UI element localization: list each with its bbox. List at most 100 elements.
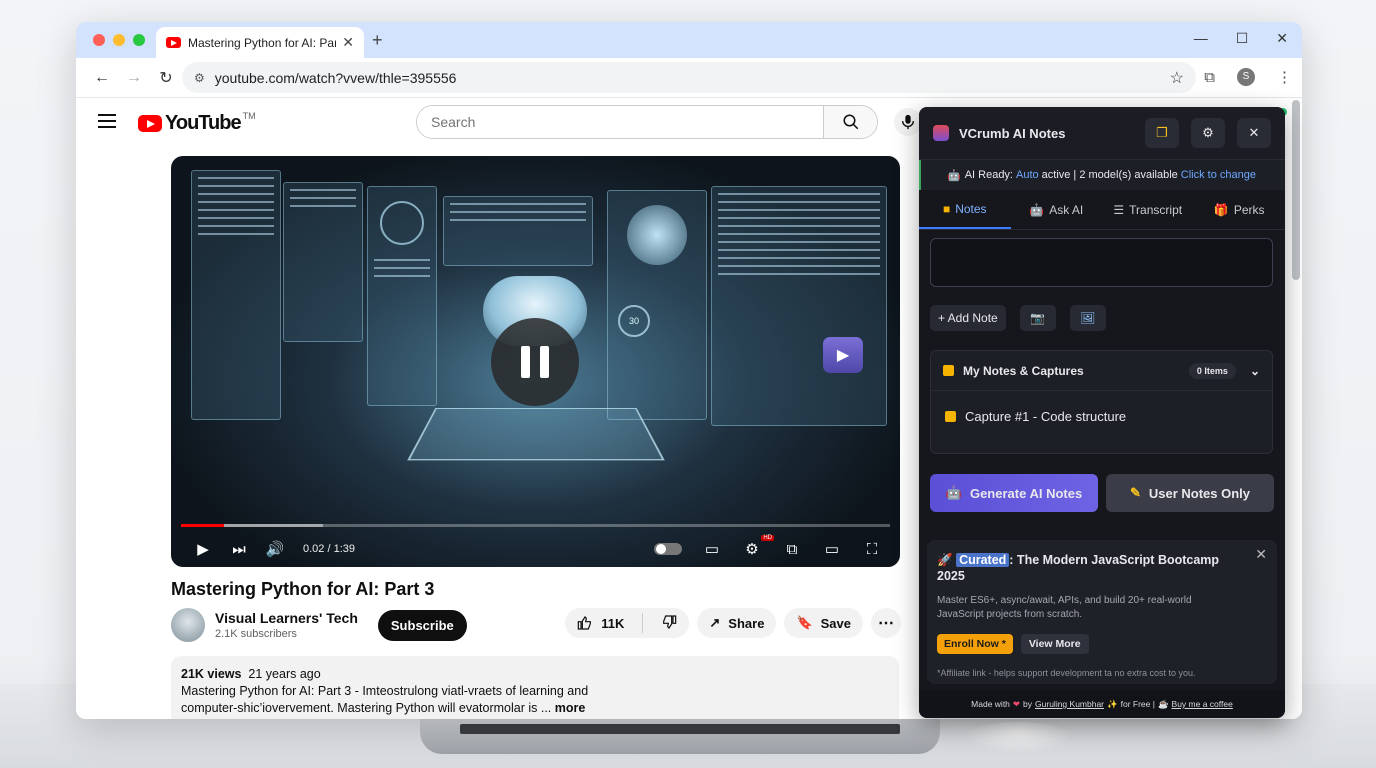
channel-avatar[interactable] xyxy=(171,608,205,642)
show-more-link[interactable]: more xyxy=(555,701,586,715)
panel-title: VCrumb AI Notes xyxy=(959,125,1066,141)
settings-icon[interactable]: ⚙ HD xyxy=(734,534,774,564)
search-button[interactable] xyxy=(823,106,877,138)
copy-icon[interactable]: ❐ xyxy=(1145,118,1179,148)
upload-age: 21 years ago xyxy=(248,667,321,681)
coffee-icon: ☕ xyxy=(1157,698,1169,709)
user-notes-only-label: User Notes Only xyxy=(1148,485,1251,501)
youtube-logo[interactable]: YouTube TM xyxy=(138,111,256,135)
user-notes-only-button[interactable]: ✎ User Notes Only xyxy=(1106,474,1274,512)
change-model-link[interactable]: Click to change xyxy=(1181,169,1256,181)
author-link[interactable]: Guruling Kumbhar xyxy=(1035,699,1104,709)
tab-transcript[interactable]: ☰ Transcript xyxy=(1102,190,1194,229)
microphone-icon xyxy=(901,114,915,130)
capture-item[interactable]: Capture #1 - Code structure xyxy=(931,391,1272,442)
volume-icon[interactable]: 🔊 xyxy=(257,534,293,564)
youtube-play-logo-icon xyxy=(138,115,162,132)
generate-ai-notes-label: Generate AI Notes xyxy=(969,485,1083,501)
screenshot-camera-icon[interactable]: 📷 xyxy=(1019,305,1056,331)
save-button[interactable]: 🔖 Save xyxy=(784,608,863,638)
profile-avatar[interactable]: S xyxy=(1237,68,1255,86)
holo-panel-flow xyxy=(283,182,363,342)
view-count: 21K views xyxy=(181,667,242,681)
minimize-window-dot[interactable] xyxy=(113,34,125,46)
notes-header[interactable]: My Notes & Captures 0 Items ⌄ xyxy=(931,351,1272,391)
share-button[interactable]: ↗ Share xyxy=(697,608,777,638)
address-bar[interactable]: ⚙ youtube.com/watch?vvew/thle=395556 ☆ xyxy=(182,62,1196,93)
transcript-tab-icon: ☰ xyxy=(1113,202,1125,217)
gear-icon[interactable]: ⚙ xyxy=(1191,118,1225,148)
tab-ask-ai[interactable]: 🤖 Ask AI xyxy=(1011,190,1103,229)
note-textarea[interactable] xyxy=(930,238,1273,287)
zoom-window-dot[interactable] xyxy=(133,34,145,46)
view-more-button[interactable]: View More xyxy=(1020,634,1089,654)
status-suffix: active | 2 model(s) available xyxy=(1041,169,1178,181)
description-line-2-row: computer-shic’iovervement. Mastering Pyt… xyxy=(181,700,889,717)
promo-buttons: Enroll Now * View More xyxy=(937,634,1265,654)
promo-title: 🚀 Curated: The Modern JavaScript Bootcam… xyxy=(937,552,1237,584)
site-info-icon[interactable]: ⚙ xyxy=(194,71,205,85)
captions-icon[interactable]: ▭ xyxy=(694,534,730,564)
reload-icon[interactable]: ↻ xyxy=(150,68,182,88)
close-icon[interactable]: ✕ xyxy=(1276,30,1288,47)
vcrumb-capture-icon[interactable]: ▶ xyxy=(823,337,863,373)
video-player[interactable]: 30 ▶ ▶ ⏭ 🔊 0.02 / 1:39 ▭ ⚙ HD ⧉ ▭ ⛶ xyxy=(171,156,900,567)
voice-search-button[interactable] xyxy=(894,108,922,136)
search-input[interactable] xyxy=(417,106,823,138)
play-icon[interactable]: ▶ xyxy=(185,534,221,564)
close-panel-icon[interactable]: ✕ xyxy=(1237,118,1271,148)
menu-kebab-icon[interactable]: ⋮ xyxy=(1277,68,1292,86)
generate-ai-notes-button[interactable]: 🤖 Generate AI Notes xyxy=(930,474,1098,512)
like-count: 11K xyxy=(601,615,625,631)
progress-played xyxy=(181,524,224,527)
subscribe-button[interactable]: Subscribe xyxy=(377,609,467,641)
image-capture-icon[interactable]: 🖼 xyxy=(1069,305,1106,331)
window-controls: — ☐ ✕ xyxy=(1194,30,1288,47)
like-button[interactable]: 11K xyxy=(577,615,624,631)
maximize-icon[interactable]: ☐ xyxy=(1236,30,1249,47)
pause-overlay-button[interactable] xyxy=(491,318,579,406)
promo-description: Master ES6+, async/await, APIs, and buil… xyxy=(937,595,1192,620)
buy-coffee-link[interactable]: Buy me a coffee xyxy=(1172,699,1233,709)
tab-perks[interactable]: 🎁 Perks xyxy=(1194,190,1286,229)
more-actions-button[interactable]: ⋯ xyxy=(871,608,901,638)
description-box[interactable]: 21K views 21 years ago Mastering Python … xyxy=(171,656,899,719)
gift-tab-icon: 🎁 xyxy=(1213,202,1229,217)
note-actions-row: + Add Note 📷 🖼 xyxy=(930,305,1106,331)
spark-icon: ✨ xyxy=(1107,698,1118,709)
browser-tab[interactable]: Mastering Python for AI: Part 3 ✕ xyxy=(156,27,364,58)
chevron-down-icon[interactable]: ⌄ xyxy=(1250,364,1260,378)
minimize-icon[interactable]: — xyxy=(1194,30,1208,47)
back-icon[interactable]: ← xyxy=(86,69,118,87)
tab-notes-label: Notes xyxy=(955,201,987,216)
autoplay-toggle[interactable] xyxy=(654,543,682,555)
theater-mode-icon[interactable]: ▭ xyxy=(814,534,850,564)
progress-bar[interactable] xyxy=(181,524,890,527)
fullscreen-icon[interactable]: ⛶ xyxy=(854,534,890,564)
forward-icon[interactable]: → xyxy=(118,69,150,87)
close-promo-icon[interactable]: ✕ xyxy=(1255,546,1267,563)
enroll-now-button[interactable]: Enroll Now * xyxy=(937,634,1013,654)
close-window-dot[interactable] xyxy=(93,34,105,46)
new-tab-icon[interactable]: + xyxy=(372,30,383,51)
notes-captures-box: My Notes & Captures 0 Items ⌄ Capture #1… xyxy=(930,350,1273,454)
extensions-icon[interactable]: ⧉ xyxy=(1204,69,1215,86)
miniplayer-icon[interactable]: ⧉ xyxy=(774,534,810,564)
next-icon[interactable]: ⏭ xyxy=(221,534,257,564)
like-divider xyxy=(642,613,644,633)
youtube-favicon-icon xyxy=(166,37,181,48)
add-note-button[interactable]: + Add Note xyxy=(930,305,1006,331)
hd-badge: HD xyxy=(761,535,774,541)
hamburger-menu-icon[interactable] xyxy=(98,114,116,132)
dial-circle xyxy=(380,201,424,245)
page-scrollbar[interactable] xyxy=(1292,100,1300,280)
close-tab-icon[interactable]: ✕ xyxy=(342,34,354,51)
bookmark-star-icon[interactable]: ☆ xyxy=(1170,68,1184,88)
notes-tab-icon: ■ xyxy=(942,201,951,216)
capture-item-icon xyxy=(945,411,956,422)
tab-notes[interactable]: ■ Notes xyxy=(919,190,1011,229)
toolbar-right: ⧉ S ⋮ xyxy=(1204,68,1292,86)
dislike-button[interactable] xyxy=(661,614,677,633)
globe-graphic xyxy=(627,205,687,265)
channel-name[interactable]: Visual Learners' Tech xyxy=(215,610,358,626)
